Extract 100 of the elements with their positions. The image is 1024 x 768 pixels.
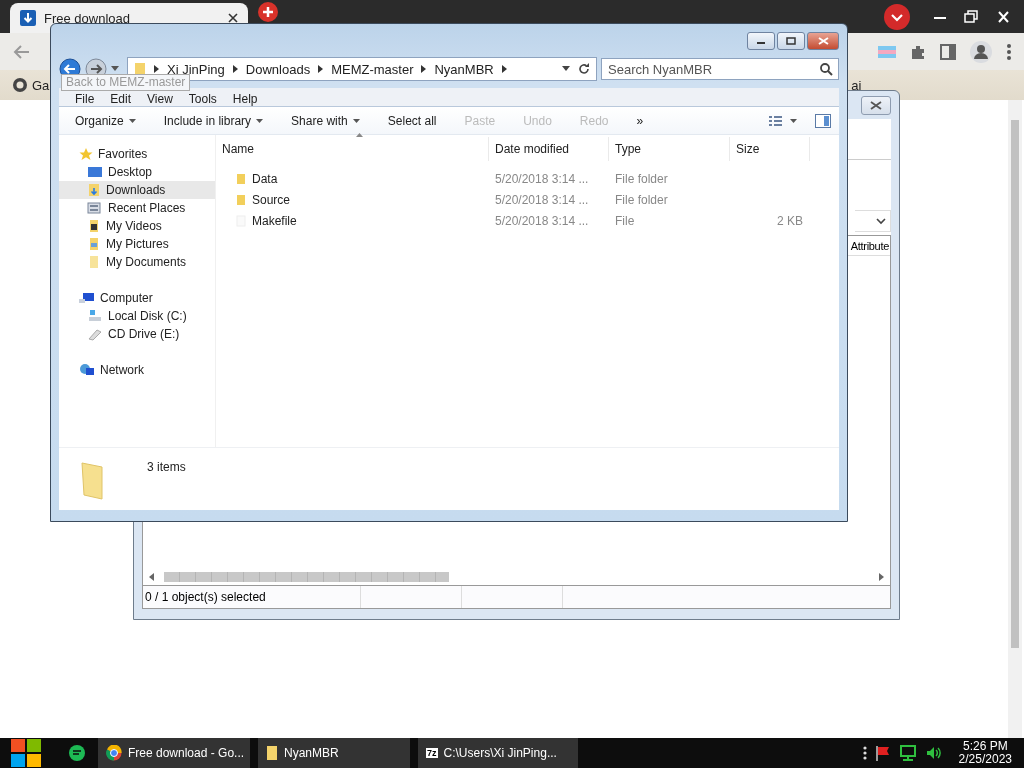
- new-tab-icon[interactable]: [258, 2, 278, 22]
- breadcrumb-item[interactable]: MEMZ-master: [331, 61, 414, 77]
- breadcrumb-arrow-icon[interactable]: [318, 65, 324, 73]
- column-header[interactable]: Size: [730, 137, 810, 161]
- breadcrumb-arrow-icon[interactable]: [232, 65, 238, 73]
- toolbar-button[interactable]: »: [628, 113, 652, 128]
- menu-item[interactable]: Help: [224, 92, 266, 106]
- close-icon: [817, 37, 829, 45]
- chat-icon[interactable]: [68, 744, 86, 762]
- status-text: 0 / 1 object(s) selected: [143, 586, 361, 608]
- breadcrumb-arrow-icon[interactable]: [421, 65, 427, 73]
- chevron-down-icon[interactable]: [884, 3, 910, 30]
- toolbar-button[interactable]: Share with: [283, 113, 368, 128]
- preview-pane-icon[interactable]: [815, 113, 831, 128]
- avatar-icon[interactable]: [970, 40, 992, 63]
- menu-item[interactable]: Tools: [180, 92, 225, 106]
- table-cell-text: File folder: [614, 192, 669, 207]
- puzzle-icon[interactable]: [910, 43, 926, 60]
- file-name[interactable]: Makefile: [216, 213, 489, 228]
- dropdown[interactable]: [855, 210, 891, 232]
- desktop-icon: [87, 165, 103, 179]
- bookmark-link[interactable]: Ga: [32, 77, 50, 93]
- browser-icon: [106, 745, 122, 761]
- maximize-button[interactable]: [777, 32, 805, 50]
- view-options-icon[interactable]: [769, 114, 797, 127]
- start-icon[interactable]: [10, 738, 42, 768]
- taskbar-button[interactable]: NyanMBR: [258, 738, 410, 768]
- column-header[interactable]: Date modified: [489, 137, 609, 161]
- item-count: 3 items: [147, 460, 186, 474]
- table-cell-text: File folder: [614, 171, 669, 186]
- table-cell-text: 2 KB: [776, 213, 803, 228]
- scrollbar[interactable]: [1008, 100, 1022, 738]
- video-folder-icon: [87, 219, 101, 233]
- menu-item[interactable]: File: [67, 92, 103, 106]
- computer-icon: [79, 291, 95, 305]
- folder-icon: [134, 62, 146, 76]
- nav-item[interactable]: Downloads: [59, 181, 215, 199]
- bookmark-link[interactable]: ai: [851, 77, 862, 93]
- breadcrumb-item[interactable]: Xi JinPing: [167, 61, 225, 77]
- search-field[interactable]: Search NyanMBR: [601, 58, 839, 80]
- nav-item[interactable]: Favorites: [59, 145, 215, 163]
- tooltip: Back to MEMZ-master: [61, 74, 191, 91]
- chevron-down-icon: [876, 217, 886, 225]
- nav-item[interactable]: My Videos: [59, 217, 215, 235]
- breadcrumb-arrow-icon[interactable]: [154, 65, 159, 73]
- more-icon[interactable]: [1006, 42, 1012, 61]
- folder-icon: [236, 172, 246, 185]
- refresh-icon[interactable]: [578, 63, 590, 75]
- download-folder-icon: [87, 183, 101, 197]
- menu-item[interactable]: Edit: [102, 92, 140, 106]
- bookmark-favicon-icon[interactable]: [12, 77, 28, 93]
- breadcrumb-arrow-icon[interactable]: [501, 65, 507, 73]
- history-dropdown-icon[interactable]: [111, 66, 119, 72]
- clock[interactable]: 5:26 PM 2/25/2023: [958, 740, 1012, 766]
- maximize-icon: [786, 37, 796, 45]
- column-header[interactable]: Attribute: [850, 239, 890, 252]
- archive-icon: 7z: [426, 748, 438, 758]
- nav-item[interactable]: Recent Places: [59, 199, 215, 217]
- nav-item[interactable]: Desktop: [59, 163, 215, 181]
- star-icon: [79, 147, 93, 161]
- more-icon[interactable]: [862, 746, 867, 760]
- toolbar-button[interactable]: Include in library: [155, 113, 272, 128]
- file-name[interactable]: Data: [216, 171, 489, 186]
- nav-item[interactable]: CD Drive (E:): [59, 325, 215, 343]
- cd-drive-icon: [87, 327, 103, 341]
- network-icon[interactable]: [898, 745, 917, 761]
- column-header[interactable]: Type: [609, 137, 730, 161]
- disk-icon: [87, 309, 103, 323]
- speaker-icon[interactable]: [924, 745, 943, 761]
- taskbar-button[interactable]: Free download - Go...: [98, 738, 250, 768]
- pictures-folder-icon: [87, 237, 101, 251]
- minimize-button[interactable]: [747, 32, 775, 50]
- sort-arrow-icon: [356, 133, 363, 137]
- nav-item[interactable]: Local Disk (C:): [59, 307, 215, 325]
- close-button[interactable]: [807, 32, 839, 50]
- close-button[interactable]: [861, 95, 891, 115]
- nav-item[interactable]: My Documents: [59, 253, 215, 271]
- table-cell-text: 5/20/2018 3:14 ...: [494, 171, 590, 186]
- documents-folder-icon: [87, 255, 101, 269]
- folder-icon: [266, 745, 278, 761]
- nav-item[interactable]: My Pictures: [59, 235, 215, 253]
- dropdown-icon: [256, 118, 264, 123]
- close-icon: [870, 100, 882, 110]
- network-icon: [79, 363, 95, 377]
- toolbar-button[interactable]: Organize: [67, 113, 144, 128]
- folder-icon: [236, 193, 246, 206]
- side-panel-icon[interactable]: [940, 43, 956, 60]
- flag-icon[interactable]: [874, 745, 891, 761]
- taskbar-button[interactable]: 7z C:\Users\Xi JinPing...: [418, 738, 578, 768]
- close-icon[interactable]: [228, 13, 238, 23]
- nav-item[interactable]: Network: [59, 361, 215, 379]
- toolbar-button[interactable]: Select all: [379, 113, 445, 128]
- dropdown-icon[interactable]: [562, 66, 570, 72]
- table-cell-text: 5/20/2018 3:14 ...: [494, 192, 590, 207]
- file-name[interactable]: Source: [216, 192, 489, 207]
- breadcrumb-item[interactable]: NyanMBR: [434, 61, 494, 77]
- breadcrumb-item[interactable]: Downloads: [245, 61, 311, 77]
- nav-item[interactable]: Computer: [59, 289, 215, 307]
- menu-item[interactable]: View: [139, 92, 181, 106]
- table-cell-text: File: [614, 213, 636, 228]
